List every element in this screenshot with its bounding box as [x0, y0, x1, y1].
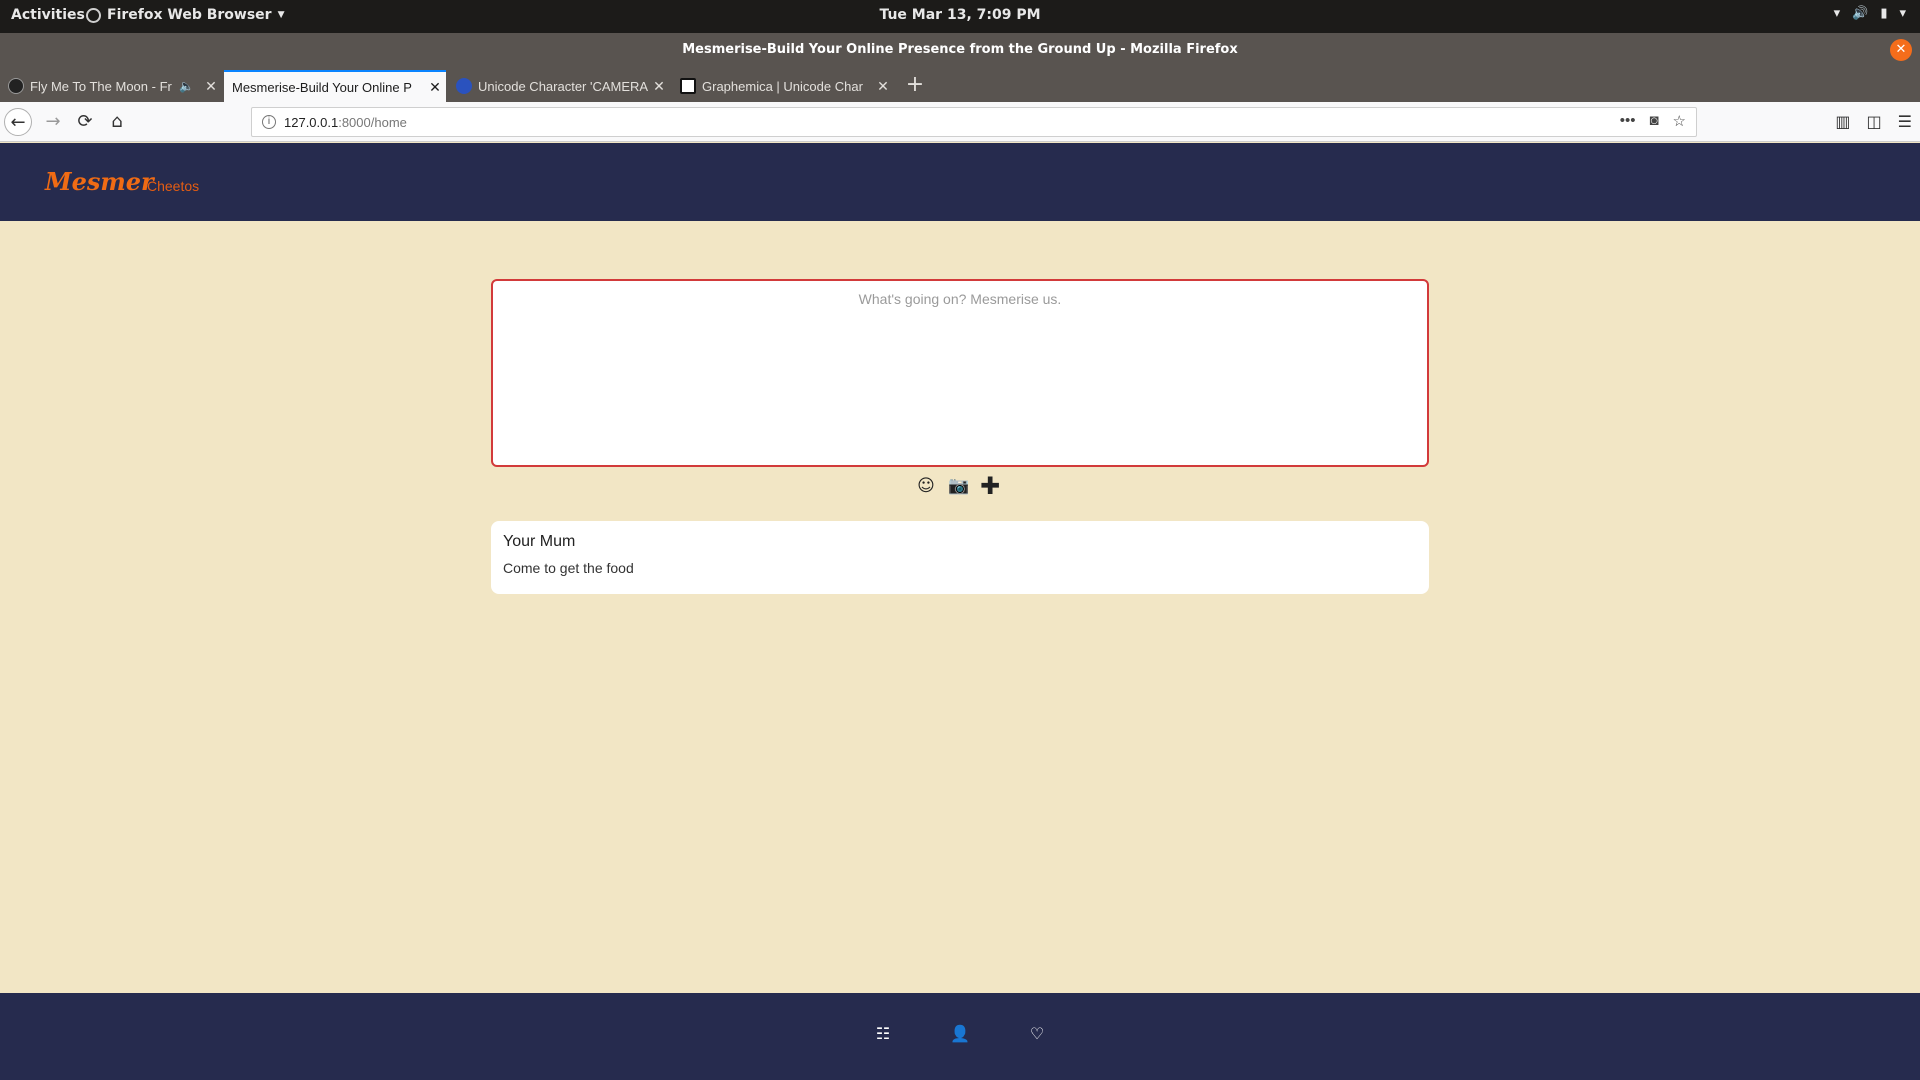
close-icon[interactable]: ✕: [200, 78, 222, 95]
volume-icon: 🔊: [1852, 6, 1869, 21]
sidebar-icon[interactable]: ◫: [1867, 112, 1882, 131]
url-text[interactable]: 127.0.0.1:8000/home: [284, 115, 407, 130]
chevron-down-icon: ▾: [1899, 6, 1906, 21]
url-host: 127.0.0.1: [284, 115, 339, 130]
home-button[interactable]: ⌂: [103, 108, 131, 136]
compose-toolbar: ☺ 📷 ✚: [916, 474, 1000, 498]
close-icon[interactable]: ✕: [424, 79, 446, 96]
emoji-icon[interactable]: ☺: [916, 476, 936, 496]
bookmark-star-icon[interactable]: ☆: [1673, 112, 1686, 130]
close-icon[interactable]: ✕: [872, 78, 894, 95]
tab-label: Fly Me To The Moon - Fr: [30, 78, 172, 94]
tab-label: Graphemica | Unicode Char: [702, 78, 863, 94]
tab-label: Mesmerise-Build Your Online P: [232, 79, 412, 95]
system-top-bar: Activities Firefox Web Browser ▼ Tue Mar…: [0, 0, 1920, 33]
post-card: Your Mum Come to get the food: [491, 521, 1429, 594]
post-author: Your Mum: [503, 533, 576, 550]
url-path: :8000/home: [338, 115, 407, 130]
reload-button[interactable]: ⟳: [71, 108, 99, 136]
navigation-toolbar: ← → ⟳ ⌂ i 127.0.0.1:8000/home ••• ◙ ☆ ▥ …: [0, 102, 1920, 142]
add-post-icon[interactable]: ✚: [980, 474, 1000, 498]
tab-strip: Fly Me To The Moon - Fr 🔈 ✕ Mesmerise-Bu…: [0, 67, 1920, 102]
bottom-nav: ☷ 👤 ♡: [0, 993, 1920, 1080]
url-bar[interactable]: i 127.0.0.1:8000/home ••• ◙ ☆: [251, 107, 1697, 137]
hamburger-menu-icon[interactable]: ☰: [1898, 112, 1912, 131]
library-icon[interactable]: ▥: [1835, 112, 1850, 131]
window-titlebar: Mesmerise-Build Your Online Presence fro…: [0, 33, 1920, 67]
tab-graphemica[interactable]: Graphemica | Unicode Char ✕: [672, 70, 894, 102]
post-input[interactable]: [493, 281, 1427, 465]
tab-unicode-character[interactable]: Unicode Character 'CAMERA ✕: [448, 70, 670, 102]
camera-icon[interactable]: 📷: [948, 476, 969, 496]
info-icon[interactable]: i: [262, 115, 276, 129]
tab-label: Unicode Character 'CAMERA: [478, 78, 648, 94]
post-body: Come to get the food: [503, 560, 634, 576]
list-feed-icon[interactable]: ☷: [872, 1023, 894, 1045]
system-clock[interactable]: Tue Mar 13, 7:09 PM: [0, 7, 1920, 23]
graphemica-favicon-icon: [680, 78, 696, 94]
forward-button[interactable]: →: [39, 108, 67, 136]
page-actions-icon[interactable]: •••: [1620, 112, 1636, 130]
tab-fly-me-to-the-moon[interactable]: Fly Me To The Moon - Fr 🔈 ✕: [0, 70, 222, 102]
info-favicon-icon: [456, 78, 472, 94]
app-header: Mesmer Cheetos: [0, 143, 1920, 221]
brand-logo[interactable]: Mesmer: [45, 167, 154, 196]
window-title: Mesmerise-Build Your Online Presence fro…: [682, 42, 1238, 57]
system-tray[interactable]: ▾ 🔊 ▮ ▾: [1834, 6, 1906, 21]
wifi-icon: ▾: [1833, 6, 1841, 21]
tab-mesmerise[interactable]: Mesmerise-Build Your Online P ✕: [224, 70, 446, 102]
heart-icon[interactable]: ♡: [1026, 1023, 1048, 1045]
profile-icon[interactable]: 👤: [949, 1023, 971, 1045]
close-icon[interactable]: ✕: [648, 78, 670, 95]
username-link[interactable]: Cheetos: [147, 178, 199, 194]
battery-icon: ▮: [1880, 6, 1888, 21]
new-tab-button[interactable]: +: [904, 70, 926, 100]
back-button[interactable]: ←: [4, 108, 32, 136]
window-close-button[interactable]: ✕: [1890, 39, 1912, 61]
pocket-icon[interactable]: ◙: [1649, 112, 1658, 130]
spotify-favicon-icon: [8, 78, 24, 94]
compose-box: [491, 279, 1429, 467]
speaker-icon[interactable]: 🔈: [179, 79, 194, 93]
